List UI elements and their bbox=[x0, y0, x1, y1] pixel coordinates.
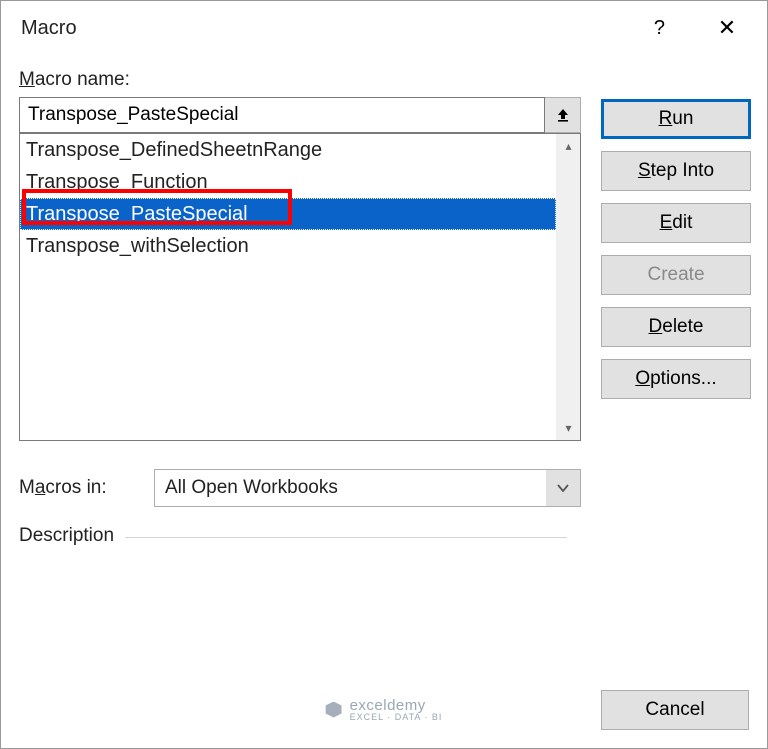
macros-in-selected: All Open Workbooks bbox=[155, 470, 546, 506]
macro-dialog: Macro ? ✕ Macro name: Transpose_DefinedS… bbox=[0, 0, 768, 749]
cancel-button[interactable]: Cancel bbox=[601, 690, 749, 730]
up-arrow-icon bbox=[555, 107, 571, 123]
macro-name-row bbox=[19, 97, 581, 133]
run-button[interactable]: Run bbox=[601, 99, 751, 139]
title-bar: Macro ? ✕ bbox=[1, 1, 767, 51]
list-item[interactable]: Transpose_withSelection bbox=[20, 230, 556, 262]
macros-in-label: Macros in: bbox=[19, 477, 134, 499]
scrollbar[interactable]: ▴ ▾ bbox=[556, 134, 580, 440]
list-item[interactable]: Transpose_Function bbox=[20, 166, 556, 198]
range-picker-button[interactable] bbox=[545, 97, 581, 133]
description-separator bbox=[125, 537, 567, 538]
edit-button[interactable]: Edit bbox=[601, 203, 751, 243]
list-item[interactable]: Transpose_PasteSpecial bbox=[20, 198, 556, 230]
watermark: exceldemy EXCEL · DATA · BI bbox=[326, 697, 443, 722]
help-button[interactable]: ? bbox=[648, 16, 671, 41]
macro-list[interactable]: Transpose_DefinedSheetnRangeTranspose_Fu… bbox=[19, 133, 581, 441]
close-button[interactable]: ✕ bbox=[707, 13, 747, 43]
chevron-down-icon: ▾ bbox=[565, 421, 571, 435]
options-button[interactable]: Options... bbox=[601, 359, 751, 399]
description-label: Description bbox=[19, 525, 114, 547]
chevron-down-icon bbox=[546, 481, 580, 495]
watermark-logo-icon bbox=[326, 702, 342, 718]
macros-in-dropdown[interactable]: All Open Workbooks bbox=[154, 469, 581, 507]
scroll-up-button[interactable]: ▴ bbox=[557, 134, 580, 158]
scroll-down-button[interactable]: ▾ bbox=[557, 416, 580, 440]
chevron-up-icon: ▴ bbox=[565, 139, 571, 153]
delete-button[interactable]: Delete bbox=[601, 307, 751, 347]
window-controls: ? ✕ bbox=[648, 13, 747, 43]
macro-name-label: Macro name: bbox=[19, 69, 581, 91]
step-into-button[interactable]: Step Into bbox=[601, 151, 751, 191]
macro-name-input[interactable] bbox=[19, 97, 545, 133]
dialog-title: Macro bbox=[21, 17, 77, 40]
watermark-tagline: EXCEL · DATA · BI bbox=[350, 712, 443, 722]
list-item[interactable]: Transpose_DefinedSheetnRange bbox=[20, 134, 556, 166]
create-button: Create bbox=[601, 255, 751, 295]
